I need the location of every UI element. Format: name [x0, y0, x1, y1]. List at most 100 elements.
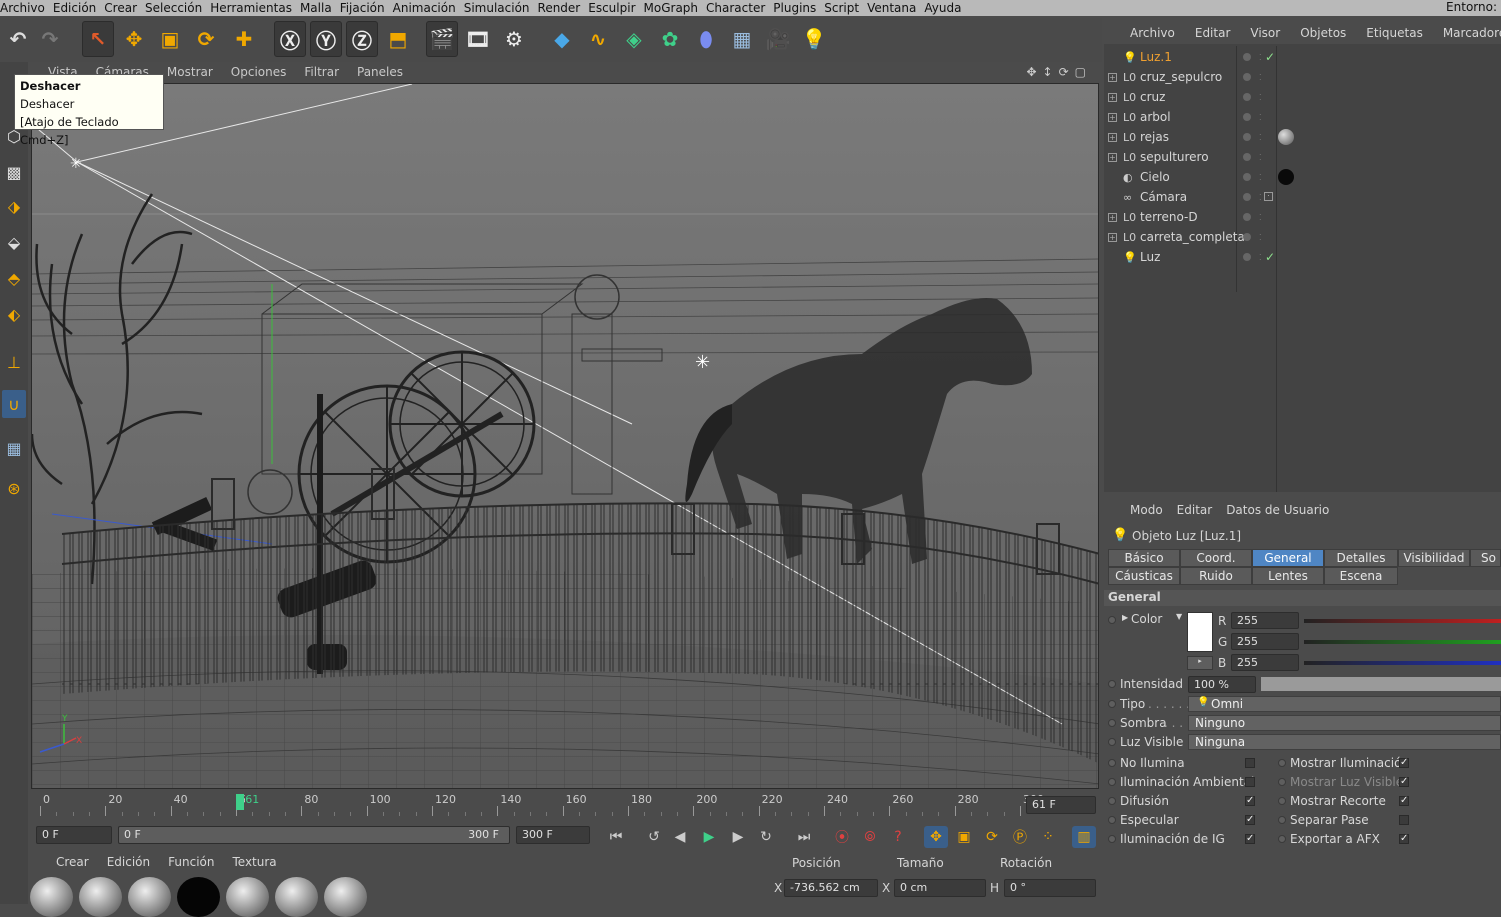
menu-script[interactable]: Script [824, 1, 867, 15]
menu-animaci-n[interactable]: Animación [393, 1, 464, 15]
points-mode-icon[interactable]: ⬙ [2, 228, 26, 256]
r-field[interactable]: 255 [1231, 612, 1299, 629]
object-row[interactable]: + L0 cruz ⁚ [1104, 87, 1501, 107]
render-dot[interactable]: ⁚ [1259, 193, 1262, 202]
key-points-icon[interactable]: ⁘ [1036, 826, 1060, 848]
visibility-dot[interactable] [1243, 93, 1251, 101]
render-settings-icon[interactable]: ⚙ [498, 21, 530, 57]
object-name[interactable]: Cámara [1140, 190, 1187, 204]
material-menu-textura[interactable]: Textura [232, 855, 276, 873]
menu-character[interactable]: Character [706, 1, 773, 15]
timeline-playhead[interactable] [236, 794, 245, 810]
menu-ayuda[interactable]: Ayuda [924, 1, 969, 15]
visibility-dot[interactable] [1243, 133, 1251, 141]
material-swatch[interactable] [226, 877, 269, 917]
object-name[interactable]: Luz [1140, 250, 1160, 264]
viewport-menu-paneles[interactable]: Paneles [357, 65, 403, 79]
material-swatch[interactable] [324, 877, 367, 917]
object-name[interactable]: cruz [1140, 90, 1165, 104]
object-row[interactable]: + L0 sepulturero ⁚ [1104, 147, 1501, 167]
move-icon[interactable]: ✥ [118, 21, 150, 57]
edges-mode-icon[interactable]: ⬘ [2, 264, 26, 292]
live-select-icon[interactable]: ↖ [82, 21, 114, 57]
object-name[interactable]: sepulturero [1140, 150, 1209, 164]
render-dot[interactable]: ⁚ [1259, 253, 1262, 262]
key-rotation-icon[interactable]: ⟳ [980, 826, 1004, 848]
menu-herramientas[interactable]: Herramientas [210, 1, 300, 15]
visibility-dot[interactable] [1243, 193, 1251, 201]
tab-sombra[interactable]: So [1470, 549, 1501, 567]
render-dot[interactable]: ⁚ [1259, 73, 1262, 82]
anim-bullet[interactable] [1278, 778, 1286, 786]
material-tag-icon[interactable] [1278, 129, 1294, 145]
frame-range-slider[interactable]: 0 F 300 F [118, 826, 510, 844]
tab-lentes[interactable]: Lentes [1252, 567, 1324, 585]
tipo-anim-bullet[interactable] [1108, 700, 1116, 708]
snap-icon[interactable]: ∪ [2, 390, 26, 418]
spline-icon[interactable]: ∿ [582, 21, 614, 57]
object-name[interactable]: Cielo [1140, 170, 1170, 184]
record-keys-icon[interactable]: ⦿ [830, 826, 854, 848]
om-menu-objetos[interactable]: Objetos [1300, 26, 1346, 40]
object-row[interactable]: ∞ Cámara ⁚ [1104, 187, 1501, 207]
material-tag-icon[interactable] [1278, 169, 1294, 185]
protection-tag-icon[interactable]: · [1264, 192, 1273, 201]
viewport-nav-icons[interactable]: ✥↕⟳▢ [1026, 65, 1092, 79]
menu-plugins[interactable]: Plugins [773, 1, 824, 15]
go-to-end-icon[interactable]: ⏭ [792, 826, 816, 848]
menu-selecci-n[interactable]: Selección [145, 1, 210, 15]
b-slider[interactable] [1304, 661, 1501, 665]
rotate-icon[interactable]: ⟳ [190, 21, 222, 57]
object-row[interactable]: + L0 terreno-D ⁚ [1104, 207, 1501, 227]
play-icon[interactable]: ▶ [697, 826, 721, 848]
sombra-select[interactable]: Ninguno [1188, 715, 1501, 731]
tab-escena[interactable]: Escena [1324, 567, 1398, 585]
next-key-icon[interactable]: ↻ [754, 826, 778, 848]
timeline-window-icon[interactable]: ▥ [1072, 826, 1096, 848]
previous-key-icon[interactable]: ↺ [642, 826, 666, 848]
r-slider[interactable] [1304, 619, 1501, 623]
object-name[interactable]: cruz_sepulcro [1140, 70, 1222, 84]
expand-icon[interactable]: + [1108, 112, 1117, 122]
anim-bullet[interactable] [1108, 759, 1116, 767]
tab-visibilidad[interactable]: Visibilidad [1398, 549, 1470, 567]
visibility-dot[interactable] [1243, 233, 1251, 241]
tab-ruido[interactable]: Ruido [1180, 567, 1252, 585]
position-x-field[interactable]: -736.562 cm [784, 879, 878, 897]
expand-icon[interactable]: + [1108, 212, 1117, 222]
render-dot[interactable]: ⁚ [1259, 233, 1262, 242]
g-field[interactable]: 255 [1231, 633, 1299, 650]
redo-button[interactable]: ↷ [34, 21, 66, 57]
menu-mograph[interactable]: MoGraph [644, 1, 707, 15]
visibility-dot[interactable] [1243, 113, 1251, 121]
menu-crear[interactable]: Crear [104, 1, 145, 15]
timeline-ruler[interactable]: 0204060801001201401601802002202402602803… [40, 792, 1044, 818]
nurbs-icon[interactable]: ◈ [618, 21, 650, 57]
menu-esculpir[interactable]: Esculpir [588, 1, 643, 15]
material-menu-edicion[interactable]: Edición [107, 855, 150, 873]
tab-detalles[interactable]: Detalles [1324, 549, 1398, 567]
render-dot[interactable]: ⁚ [1259, 153, 1262, 162]
anim-bullet[interactable] [1278, 797, 1286, 805]
key-parameter-icon[interactable]: Ⓟ [1008, 826, 1032, 848]
menu-render[interactable]: Render [538, 1, 589, 15]
expand-icon[interactable]: + [1108, 132, 1117, 142]
key-scale-icon[interactable]: ▣ [952, 826, 976, 848]
anim-bullet[interactable] [1108, 835, 1116, 843]
start-frame-field[interactable]: 0 F [36, 826, 112, 844]
am-menu-datos[interactable]: Datos de Usuario [1226, 503, 1329, 517]
3d-viewport[interactable]: ✳ ✳ Y X [31, 83, 1099, 789]
cube-icon[interactable]: ◆ [546, 21, 578, 57]
intensity-anim-bullet[interactable] [1108, 680, 1116, 688]
texture-mode-icon[interactable]: ▩ [2, 158, 26, 186]
keyframe-selection-icon[interactable]: ? [886, 826, 910, 848]
am-menu-editar[interactable]: Editar [1177, 503, 1213, 517]
object-name[interactable]: carreta_completa [1140, 230, 1245, 244]
material-swatch[interactable] [30, 877, 73, 917]
visibility-dot[interactable] [1243, 253, 1251, 261]
menu-archivo[interactable]: Archivo [0, 1, 53, 15]
array-icon[interactable]: ✿ [654, 21, 686, 57]
om-menu-editar[interactable]: Editar [1195, 26, 1231, 40]
material-menu-funcion[interactable]: Función [168, 855, 214, 873]
checkbox[interactable] [1245, 777, 1255, 787]
